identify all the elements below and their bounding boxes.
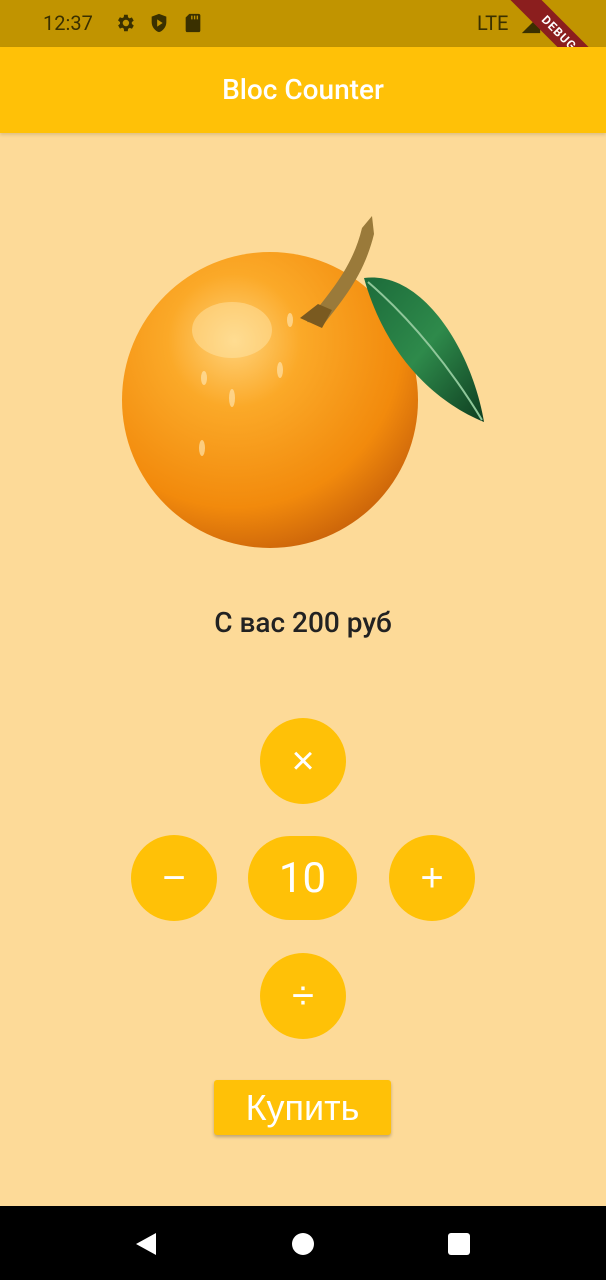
- counter-value: 10: [248, 836, 357, 920]
- network-type: LTE: [477, 11, 509, 35]
- increment-button[interactable]: +: [389, 835, 475, 921]
- multiply-button[interactable]: ×: [260, 718, 346, 804]
- home-icon[interactable]: [291, 1232, 315, 1256]
- price-label: С вас 200 руб: [214, 606, 392, 639]
- buy-button[interactable]: Купить: [214, 1080, 391, 1135]
- back-icon[interactable]: [134, 1232, 158, 1256]
- status-time: 12:37: [43, 11, 93, 35]
- recents-icon[interactable]: [447, 1232, 471, 1256]
- gear-icon: [118, 14, 134, 32]
- sd-card-icon: [185, 13, 201, 33]
- app-title: Bloc Counter: [222, 73, 384, 106]
- status-bar: 12:37 LTE DEBUG: [0, 0, 606, 101]
- divide-button[interactable]: ÷: [260, 953, 346, 1039]
- decrement-button[interactable]: −: [131, 835, 217, 921]
- orange-image: [122, 216, 484, 548]
- shield-play-icon: [151, 13, 167, 33]
- navigation-bar: [0, 1206, 606, 1280]
- app-bar: Bloc Counter: [0, 47, 606, 133]
